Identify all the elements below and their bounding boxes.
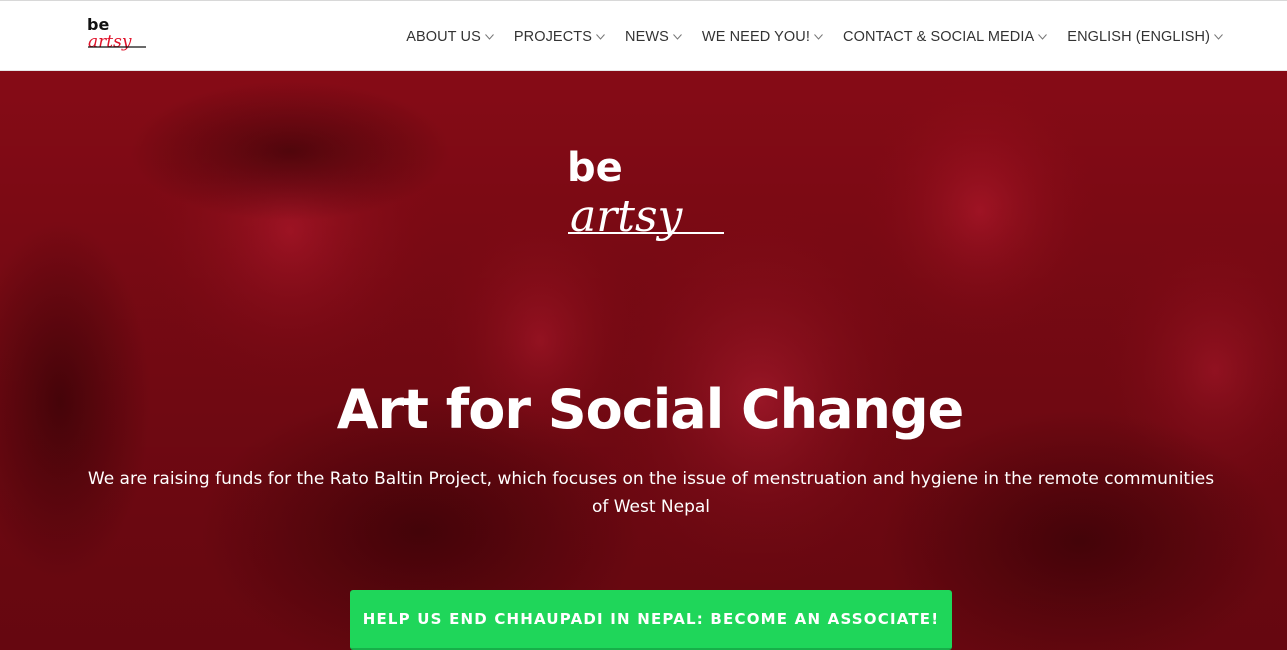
nav-we-need-you[interactable]: WE NEED YOU!	[692, 1, 833, 72]
become-associate-button[interactable]: HELP US END CHHAUPADI IN NEPAL: BECOME A…	[350, 590, 952, 650]
nav-projects-label: PROJECTS	[513, 28, 593, 45]
svg-text:artsy: artsy	[88, 32, 132, 52]
chevron-down-icon	[673, 33, 682, 40]
main-menu: ABOUT US PROJECTS NEWS WE NEED YOU! CONT…	[396, 1, 1233, 72]
nav-news-label: NEWS	[625, 28, 669, 45]
nav-we-need-you-label: WE NEED YOU!	[701, 28, 811, 45]
hero-description: We are raising funds for the Rato Baltin…	[87, 469, 1215, 517]
hero-section: be artsy Art for Social Change We are ra…	[0, 71, 1287, 650]
nav-about-us-label: ABOUT US	[406, 28, 481, 45]
be-artsy-logo: be artsy	[87, 15, 146, 52]
svg-text:artsy: artsy	[570, 191, 684, 242]
nav-projects[interactable]: PROJECTS	[504, 1, 615, 72]
nav-contact-social-media-label: CONTACT & SOCIAL MEDIA	[843, 28, 1035, 45]
chevron-down-icon	[1214, 33, 1223, 40]
be-artsy-logo: be artsy	[567, 145, 724, 242]
nav-contact-social-media[interactable]: CONTACT & SOCIAL MEDIA	[833, 1, 1057, 72]
site-logo[interactable]: be artsy	[86, 13, 150, 61]
svg-text:be: be	[567, 145, 623, 191]
hero-logo: be artsy	[562, 145, 732, 270]
nav-language-switcher[interactable]: ENGLISH (ENGLISH)	[1057, 1, 1233, 72]
nav-news[interactable]: NEWS	[615, 1, 692, 72]
chevron-down-icon	[484, 33, 494, 40]
nav-about-us[interactable]: ABOUT US	[396, 1, 504, 72]
top-navbar: be artsy ABOUT US PROJECTS NEWS WE NEED …	[0, 0, 1287, 71]
chevron-down-icon	[814, 33, 823, 40]
chevron-down-icon	[1038, 33, 1048, 40]
hero-title: Art for Social Change	[336, 378, 965, 441]
nav-language-label: ENGLISH (ENGLISH)	[1067, 28, 1210, 45]
chevron-down-icon	[596, 33, 605, 40]
